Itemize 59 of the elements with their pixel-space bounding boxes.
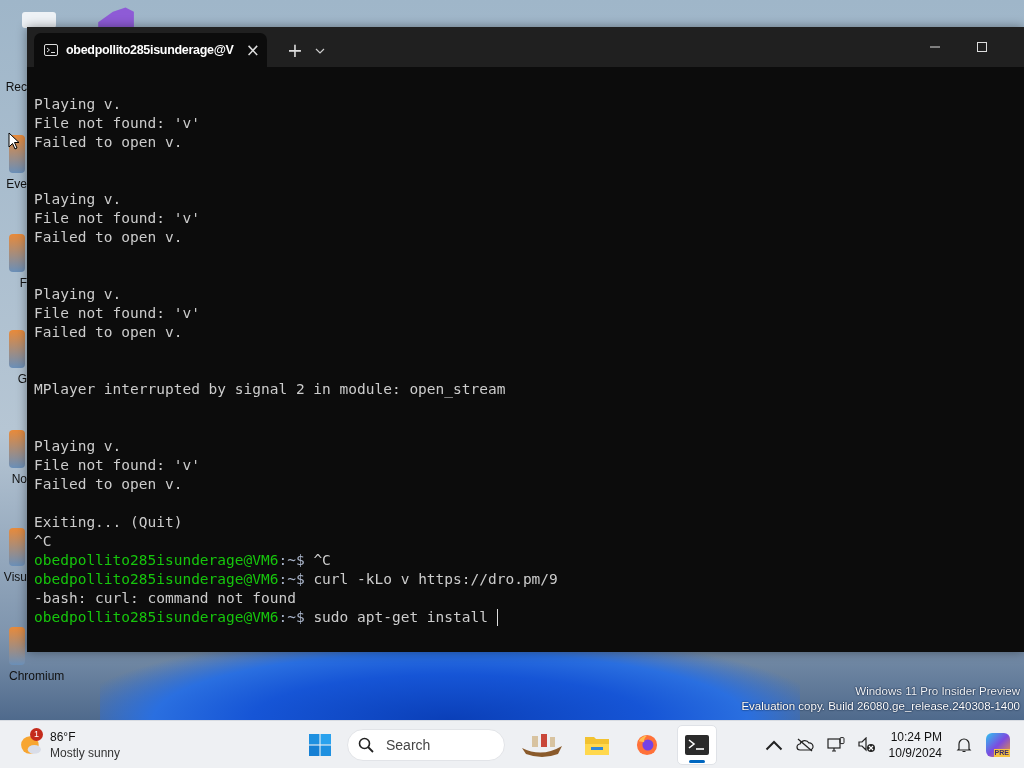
terminal-output-line: Failed to open v.: [34, 228, 183, 247]
temperature-text: 86°F: [50, 728, 77, 745]
clock-time[interactable]: 10:24 PM: [890, 728, 942, 745]
document-icon: [22, 12, 56, 28]
cloud-off-icon[interactable]: [795, 736, 814, 753]
terminal-output-line: File not found: 'v': [34, 456, 200, 475]
desktop-icon-label[interactable]: F: [19, 276, 27, 290]
terminal-output-line: Playing v.: [34, 285, 122, 304]
terminal-output-line: File not found: 'v': [34, 209, 200, 228]
fox-globe-icon: [635, 733, 659, 756]
desktop-icon-label[interactable]: No: [11, 472, 27, 486]
bell-icon[interactable]: [955, 736, 973, 753]
prompt-path: :~$: [278, 570, 305, 589]
terminal-tab[interactable]: obedpollito285isunderage@V ×: [34, 33, 267, 67]
prompt-user-host: obedpollito285isunderage@VM6: [34, 608, 279, 627]
taskbar-app-button[interactable]: [677, 724, 717, 765]
desktop-icon-label[interactable]: Eve: [6, 177, 27, 191]
watermark-text: Evaluation copy. Build 26080.ge_release.240308-1400: [741, 699, 1020, 714]
terminal-output-line: Failed to open v.: [34, 475, 183, 494]
desktop-icon-label[interactable]: Rec: [5, 80, 27, 94]
console-icon: [44, 44, 58, 56]
mouse-pointer-icon: [8, 132, 20, 150]
terminal-output-line: -bash: curl: command not found: [34, 589, 296, 608]
command-text: sudo apt-get install: [313, 608, 489, 627]
clock-date[interactable]: 10/9/2024: [888, 744, 942, 761]
maximize-icon[interactable]: [977, 42, 987, 52]
terminal-output-line: Playing v.: [34, 437, 122, 456]
tab-title: obedpollito285isunderage@V: [66, 43, 234, 57]
search-icon: [358, 736, 374, 753]
notification-badge: 1: [30, 727, 43, 741]
watermark-text: Windows 11 Pro Insider Preview: [855, 684, 1020, 699]
desktop-icon-label[interactable]: Chromium: [9, 669, 65, 683]
search-field[interactable]: Search: [347, 728, 505, 761]
desktop-icon-label[interactable]: Visu: [3, 570, 27, 584]
terminal-output-line: Playing v.: [34, 190, 122, 209]
prompt-path: :~$: [278, 608, 305, 627]
prompt-user-host: obedpollito285isunderage@VM6: [34, 570, 279, 589]
sailing-ship-icon: [520, 731, 564, 758]
new-tab-button[interactable]: +: [281, 33, 309, 67]
terminal-icon: [685, 733, 709, 756]
close-tab-button[interactable]: ×: [241, 40, 264, 60]
terminal-output-line: ^C: [34, 532, 52, 551]
terminal-output-line: Playing v.: [34, 95, 122, 114]
speaker-muted-icon[interactable]: [857, 736, 876, 753]
command-text: curl -kLo v https://dro.pm/9: [313, 570, 558, 589]
terminal-output-line: Exiting... (Quit): [34, 513, 183, 532]
network-icon[interactable]: [826, 736, 845, 753]
terminal-output-line: Failed to open v.: [34, 133, 183, 152]
command-text: ^C: [313, 551, 331, 570]
chevron-down-icon[interactable]: [314, 48, 325, 54]
terminal-output-line: File not found: 'v': [34, 114, 200, 133]
desktop-icon-label[interactable]: G: [17, 372, 27, 386]
prompt-user-host: obedpollito285isunderage@VM6: [34, 551, 279, 570]
prompt-path: :~$: [278, 551, 305, 570]
terminal-output-line: MPlayer interrupted by signal 2 in module: open_stream: [34, 380, 506, 399]
terminal-output-line: Failed to open v.: [34, 323, 183, 342]
start-button-icon[interactable]: [309, 733, 331, 756]
weather-condition-text: Mostly sunny: [50, 744, 121, 761]
terminal-output-line: File not found: 'v': [34, 304, 200, 323]
